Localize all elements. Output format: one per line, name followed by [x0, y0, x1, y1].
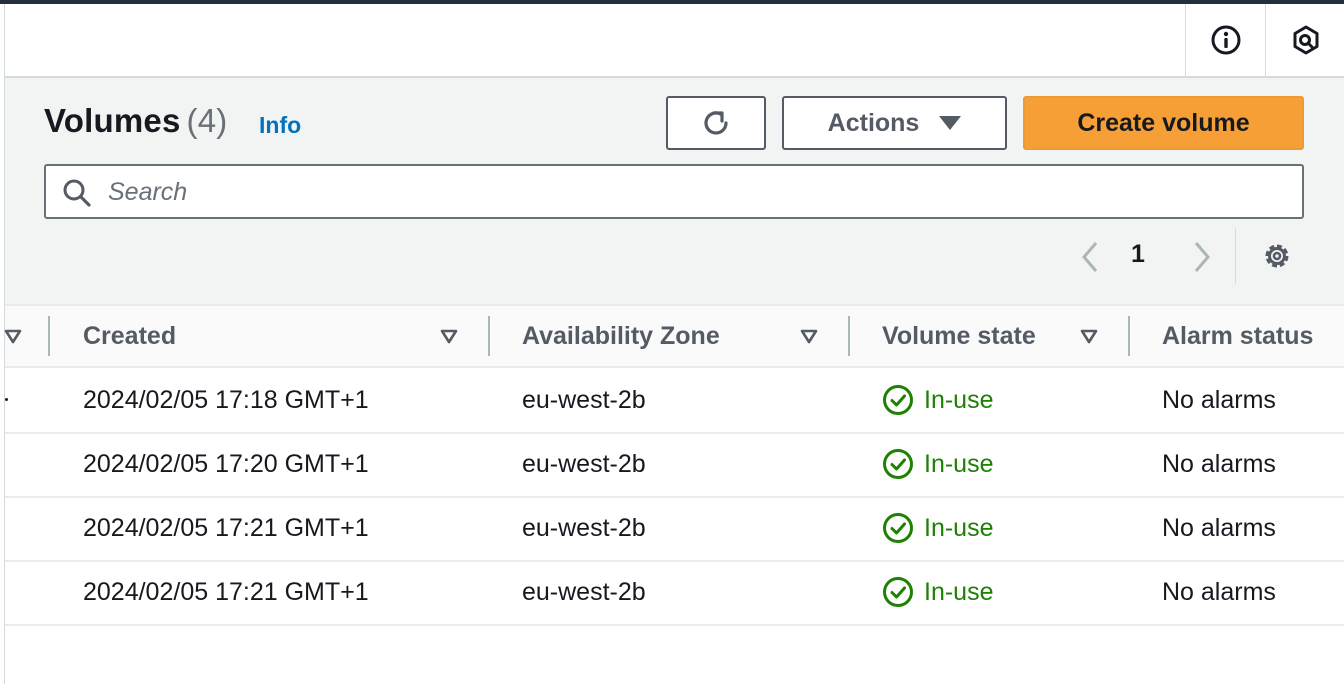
cell-created: 2024/02/05 17:21 GMT+1 [83, 577, 369, 606]
cell-volume-state: In-use [882, 368, 993, 432]
column-alarm-status[interactable]: Alarm status [1162, 306, 1313, 366]
gear-icon [1265, 244, 1289, 268]
actions-dropdown[interactable]: Actions [782, 96, 1007, 150]
table-row[interactable]: 2024/02/05 17:21 GMT+1 eu-west-2b In-use… [5, 496, 1344, 562]
volume-state-text: In-use [924, 449, 994, 478]
column-divider[interactable] [1128, 316, 1130, 356]
create-volume-button[interactable]: Create volume [1023, 96, 1304, 150]
column-divider[interactable] [488, 316, 490, 356]
table-row[interactable]: 2024/02/05 17:18 GMT+1 eu-west-2b In-use… [5, 368, 1344, 434]
sort-caret-icon [800, 329, 818, 344]
page-title-text: Volumes [44, 102, 181, 139]
actions-label: Actions [827, 108, 920, 137]
table-row[interactable]: 2024/02/05 17:21 GMT+1 eu-west-2b In-use… [5, 560, 1344, 626]
cell-created: 2024/02/05 17:21 GMT+1 [83, 513, 369, 542]
cell-alarm-status: No alarms [1162, 577, 1276, 606]
cell-created: 2024/02/05 17:20 GMT+1 [83, 449, 369, 478]
notifications-button[interactable] [1265, 4, 1344, 76]
column-divider[interactable] [848, 316, 850, 356]
column-created[interactable]: Created [83, 306, 176, 366]
table-row[interactable]: 2024/02/05 17:20 GMT+1 eu-west-2b In-use… [5, 432, 1344, 498]
sort-caret-icon [4, 329, 22, 344]
cell-availability-zone: eu-west-2b [522, 577, 646, 606]
sort-caret-icon [440, 329, 458, 344]
volume-count: (4) [186, 102, 228, 139]
check-circle-icon [883, 577, 913, 607]
column-volume-state[interactable]: Volume state [882, 306, 1036, 366]
cell-volume-state: In-use [882, 432, 993, 496]
shield-hexagon-icon [1293, 25, 1318, 55]
check-circle-icon [883, 449, 913, 479]
page-number[interactable]: 1 [1131, 240, 1145, 269]
column-divider[interactable] [48, 316, 50, 356]
volume-state-text: In-use [924, 577, 994, 606]
volumes-header-panel: Volumes(4) Info Actions Create volume 1 [5, 78, 1344, 306]
preferences-button[interactable] [1260, 239, 1294, 278]
cell-alarm-status: No alarms [1162, 513, 1276, 542]
chevron-left-icon [1082, 242, 1098, 272]
previous-page-button[interactable] [1074, 238, 1108, 281]
cell-created: 2024/02/05 17:18 GMT+1 [83, 385, 369, 414]
cell-availability-zone: eu-west-2b [522, 513, 646, 542]
cell-volume-state: In-use [882, 560, 993, 624]
cell-volume-state: In-use [882, 496, 993, 560]
sort-volume-state-button[interactable] [1079, 326, 1099, 351]
cell-alarm-status: No alarms [1162, 385, 1276, 414]
cell-availability-zone: eu-west-2b [522, 449, 646, 478]
sort-availability-zone-button[interactable] [799, 326, 819, 351]
volume-state-text: In-use [924, 513, 994, 542]
info-circle-icon [1211, 25, 1240, 55]
search-field[interactable] [44, 164, 1304, 219]
info-link[interactable]: Info [259, 112, 301, 139]
check-circle-icon [883, 385, 913, 415]
refresh-button[interactable] [666, 96, 766, 150]
pagination-divider [1235, 228, 1236, 284]
utility-bar [5, 4, 1344, 78]
column-availability-zone[interactable]: Availability Zone [522, 306, 720, 366]
refresh-icon [704, 111, 728, 135]
page-title: Volumes (4) [44, 102, 227, 140]
cell-availability-zone: eu-west-2b [522, 385, 646, 414]
cell-alarm-status: No alarms [1162, 449, 1276, 478]
info-panel-button[interactable] [1185, 4, 1265, 76]
table-header: Created Availability Zone Volume state A… [3, 306, 1344, 368]
search-input[interactable] [108, 172, 1288, 212]
search-icon [63, 179, 91, 207]
next-page-button[interactable] [1184, 238, 1218, 281]
volume-state-text: In-use [924, 385, 994, 414]
caret-down-icon [939, 116, 962, 130]
truncated-cell [5, 398, 8, 401]
chevron-right-icon [1194, 242, 1210, 272]
sort-caret-icon [1080, 329, 1098, 344]
check-circle-icon [883, 513, 913, 543]
sort-previous-column-button[interactable] [3, 326, 23, 351]
sort-created-button[interactable] [439, 326, 459, 351]
